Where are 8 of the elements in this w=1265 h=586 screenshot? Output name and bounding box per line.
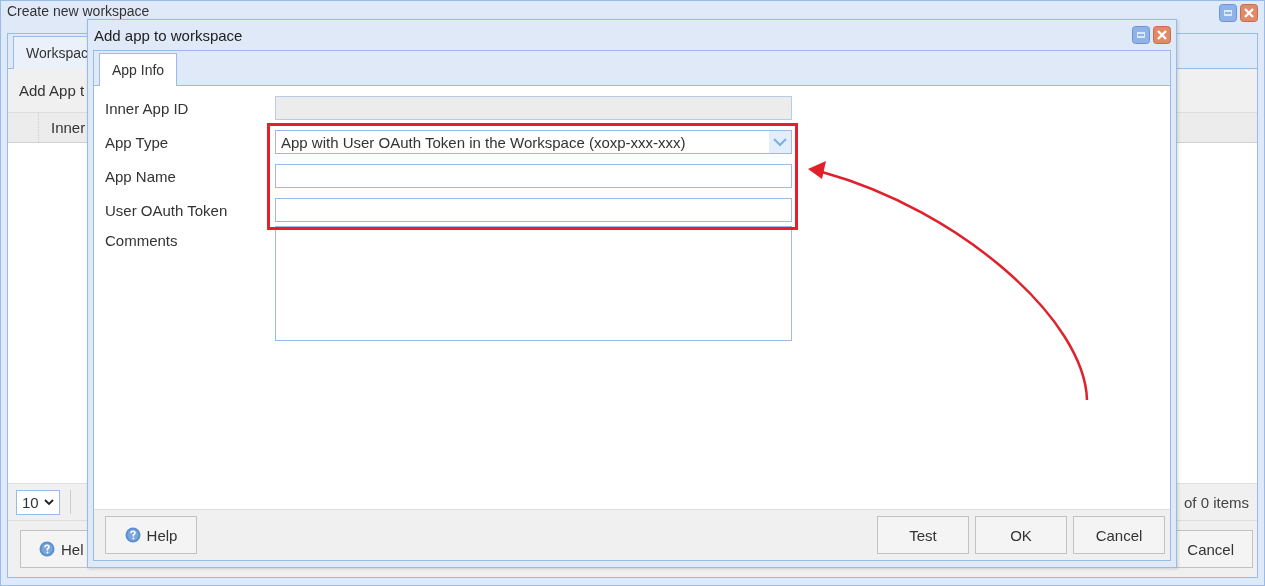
toolbar-text: Add App t [19, 82, 85, 99]
field-label: App Type [105, 133, 170, 151]
field-label: Inner App ID [105, 99, 190, 117]
field-label: App Name [105, 167, 177, 185]
paging-summary: of 0 items [1183, 493, 1249, 511]
window-title: Create new workspace [7, 4, 150, 18]
field-label: User OAuth Token [105, 201, 229, 219]
field-label: Comments [105, 232, 179, 249]
